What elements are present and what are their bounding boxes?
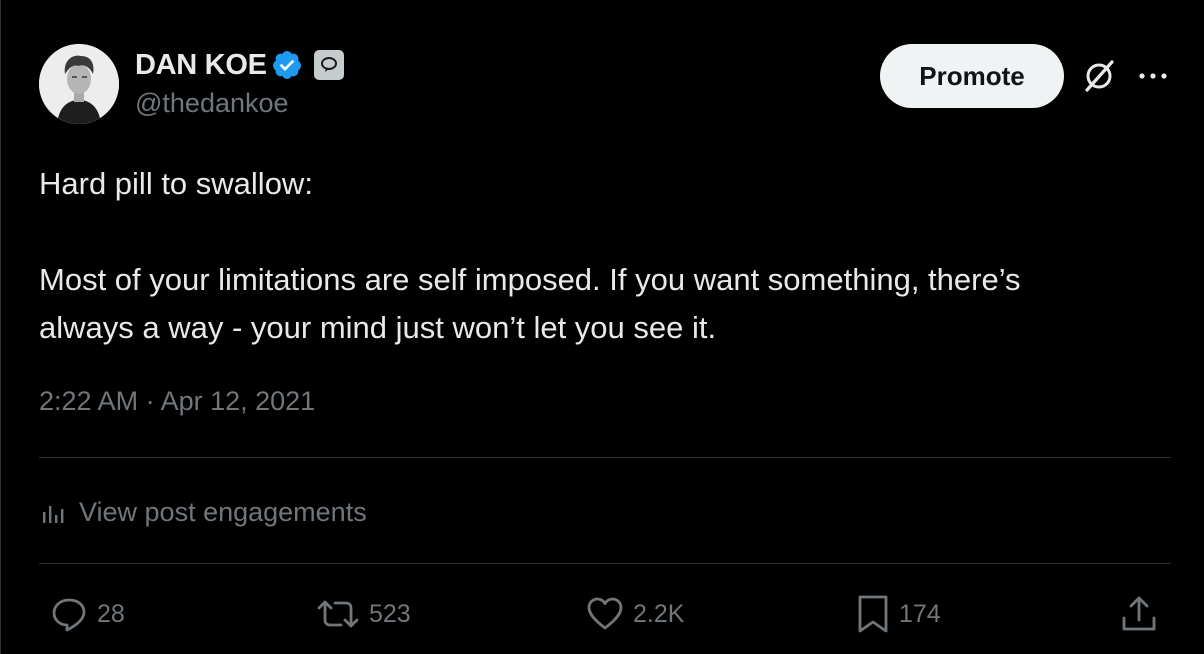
repost-button[interactable]: 523 (315, 592, 411, 636)
verified-badge-icon (272, 51, 301, 79)
divider (39, 457, 1171, 458)
affiliation-badge-icon[interactable] (313, 50, 344, 80)
bookmark-icon (858, 595, 888, 633)
share-icon[interactable] (1119, 594, 1159, 634)
repost-icon (317, 600, 359, 628)
bookmark-button[interactable]: 174 (855, 592, 941, 636)
like-count: 2.2K (633, 599, 685, 628)
divider (39, 563, 1171, 564)
author-name-row[interactable]: DAN KOE (135, 46, 344, 84)
heart-icon (587, 597, 623, 630)
more-options-icon[interactable] (1135, 62, 1171, 90)
bookmark-count: 174 (899, 599, 941, 628)
author-name[interactable]: DAN KOE (135, 49, 267, 82)
analytics-icon (43, 506, 64, 523)
tweet-text: Hard pill to swallow: Most of your limit… (39, 160, 1179, 352)
reply-count: 28 (97, 599, 125, 628)
tweet-line: Hard pill to swallow: (39, 166, 313, 201)
tweet-line: Most of your limitations are self impose… (39, 262, 1021, 297)
tweet-timestamp[interactable]: 2:22 AM · Apr 12, 2021 (39, 386, 315, 417)
tweet-line: always a way - your mind just won’t let … (39, 310, 717, 345)
tweet-detail: DAN KOE @thedankoe Promote Hard pill to … (0, 0, 1204, 654)
view-engagements-label: View post engagements (79, 496, 367, 527)
reply-icon (52, 598, 86, 632)
avatar[interactable] (39, 44, 119, 124)
repost-count: 523 (369, 599, 411, 628)
reply-button[interactable]: 28 (49, 592, 125, 636)
grok-icon[interactable] (1081, 58, 1117, 94)
like-button[interactable]: 2.2K (585, 592, 684, 636)
promote-button[interactable]: Promote (880, 44, 1064, 108)
view-engagements-link[interactable]: View post engagements (39, 492, 367, 532)
author-handle[interactable]: @thedankoe (135, 88, 289, 119)
